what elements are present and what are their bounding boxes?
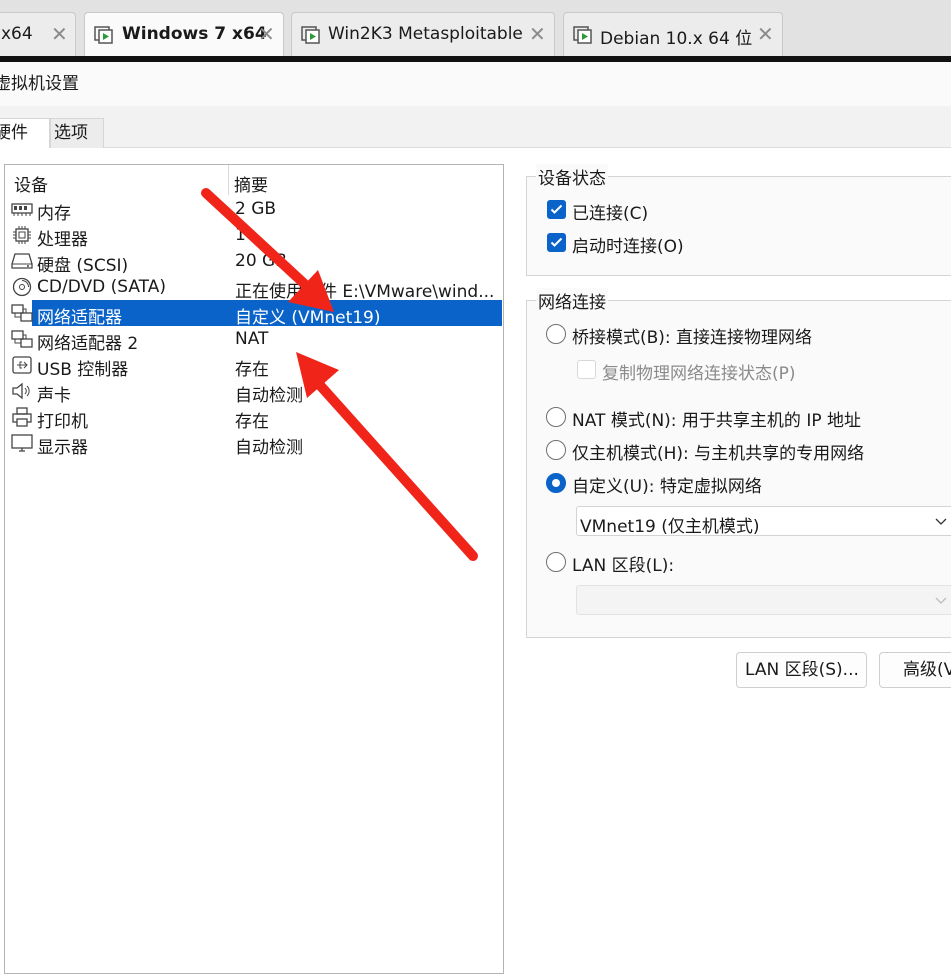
device-name: 网络适配器 [37,308,122,328]
device-row-display[interactable]: 显示器 自动检测 [6,430,502,458]
group-title: 设备状态 [536,164,608,189]
device-row-printer[interactable]: 打印机 存在 [6,404,502,432]
column-header-summary[interactable]: 摘要 [234,171,268,196]
checkmark-icon [550,204,563,214]
nat-label[interactable]: NAT 模式(N): 用于共享主机的 IP 地址 [572,406,861,431]
lan-segment-select[interactable] [576,585,951,615]
speaker-icon [12,382,30,400]
memory-icon [11,203,33,216]
network-adapter-icon [11,330,33,348]
tab-label: x64 [1,24,33,44]
device-name: 处理器 [37,230,88,250]
lan-segment-label[interactable]: LAN 区段(L): [572,551,674,576]
tab-win2k3-metasploitable[interactable]: Win2K3 Metasploitable ✕ [291,12,555,56]
device-row-sound-card[interactable]: 声卡 自动检测 [6,378,502,406]
device-summary: 20 GB [235,251,287,271]
printer-icon [12,407,32,427]
tab-debian-10x-64[interactable]: Debian 10.x 64 位 ✕ [563,12,783,56]
device-row-network-adapter[interactable]: 网络适配器 自定义 (VMnet19) [6,300,502,328]
device-name: 内存 [37,204,71,224]
device-summary: NAT [235,329,269,349]
close-icon[interactable]: ✕ [529,22,546,46]
select-value: VMnet19 (仅主机模式) [580,517,760,537]
custom-network-select[interactable]: VMnet19 (仅主机模式) [576,506,951,537]
lan-segments-button[interactable]: LAN 区段(S)... [736,652,867,688]
device-name: 硬盘 (SCSI) [37,256,129,276]
bridged-label[interactable]: 桥接模式(B): 直接连接物理网络 [572,323,812,348]
device-summary: 自动检测 [235,386,303,406]
close-icon[interactable]: ✕ [51,22,68,46]
device-name: 网络适配器 2 [37,334,139,354]
device-row-processor[interactable]: 处理器 1 [6,222,502,250]
processor-icon [13,226,31,244]
host-only-label[interactable]: 仅主机模式(H): 与主机共享的专用网络 [572,439,864,464]
device-row-usb-controller[interactable]: USB 控制器 存在 [6,352,502,380]
device-row-network-adapter-2[interactable]: 网络适配器 2 NAT [6,326,502,354]
vm-icon [573,26,592,44]
device-name: USB 控制器 [37,360,129,380]
device-list[interactable]: 设备 摘要 内存 2 GB 处理器 1 硬盘 (SCSI) 20 GB CD/D… [4,164,504,974]
device-summary: 自定义 (VMnet19) [235,308,381,328]
connected-label[interactable]: 已连接(C) [572,199,648,224]
replicate-state-checkbox[interactable] [577,360,596,379]
chevron-down-icon [935,597,947,604]
network-adapter-icon [11,304,33,322]
settings-tab-bar: 硬件 选项 [0,106,951,148]
custom-radio[interactable] [546,473,566,493]
hard-disk-icon [11,253,33,269]
tab-x64[interactable]: x64 ✕ [0,12,76,56]
cd-dvd-icon [12,277,32,297]
device-summary: 存在 [235,412,269,432]
device-summary: 自动检测 [235,438,303,458]
device-summary: 存在 [235,360,269,380]
advanced-button[interactable]: 高级(V)... [879,652,951,688]
connect-at-power-on-label[interactable]: 启动时连接(O) [572,232,684,257]
usb-icon [12,356,32,374]
device-status-group: 设备状态 [526,164,951,276]
vm-icon [301,26,320,44]
device-summary: 正在使用文件 E:\VMware\wind... [235,282,495,302]
nat-radio[interactable] [546,407,566,427]
device-row-hard-disk[interactable]: 硬盘 (SCSI) 20 GB [6,248,502,276]
device-name: 打印机 [37,412,88,432]
close-icon[interactable]: ✕ [258,22,275,46]
tab-label: Win2K3 Metasploitable [328,24,523,44]
device-summary: 2 GB [235,199,277,219]
device-name: CD/DVD (SATA) [37,277,166,297]
vm-icon [94,26,113,44]
replicate-state-label[interactable]: 复制物理网络连接状态(P) [602,359,796,384]
tab-label: Windows 7 x64 [122,24,267,44]
device-name: 显示器 [37,438,88,458]
chevron-down-icon [935,518,947,525]
close-icon[interactable]: ✕ [757,22,774,46]
host-only-radio[interactable] [546,440,566,460]
monitor-icon [11,434,33,452]
dialog-title: 虚拟机设置 [0,62,951,106]
connect-at-power-on-checkbox[interactable] [547,233,566,252]
device-name: 声卡 [37,386,71,406]
document-tab-bar: x64 ✕ Windows 7 x64 ✕ Win2K3 Metasploita… [0,0,951,62]
tab-options[interactable]: 选项 [50,118,104,148]
tab-windows-7-x64[interactable]: Windows 7 x64 ✕ [84,12,284,56]
connected-checkbox[interactable] [547,200,566,219]
tab-hardware[interactable]: 硬件 [0,118,50,148]
group-title: 网络连接 [536,288,608,313]
column-divider[interactable] [228,165,229,195]
device-summary: 1 [235,225,246,245]
lan-segment-radio[interactable] [546,552,566,572]
tab-label: Debian 10.x 64 位 [600,29,753,49]
device-row-memory[interactable]: 内存 2 GB [6,196,502,224]
custom-label[interactable]: 自定义(U): 特定虚拟网络 [572,472,762,497]
device-row-cd-dvd[interactable]: CD/DVD (SATA) 正在使用文件 E:\VMware\wind... [6,274,502,302]
column-header-device[interactable]: 设备 [14,171,48,196]
checkmark-icon [550,237,563,247]
bridged-radio[interactable] [546,324,566,344]
